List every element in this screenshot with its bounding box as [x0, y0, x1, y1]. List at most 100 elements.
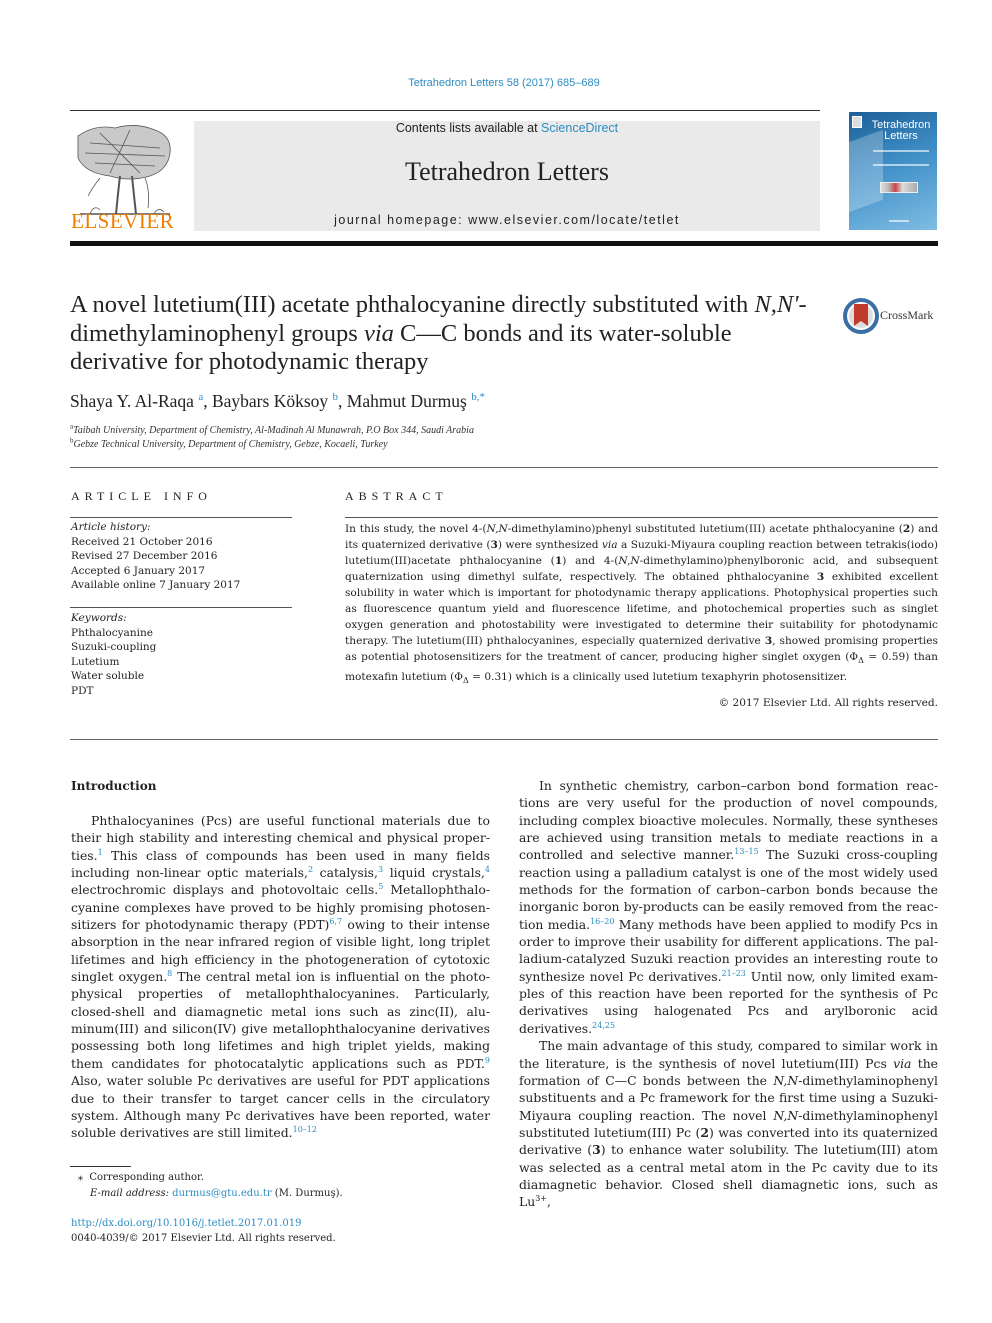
author-list: Shaya Y. Al-Raqa a, Baybars Köksoy b, Ma… [70, 391, 485, 412]
abstract-span: ) were synthesized [497, 539, 602, 551]
email-label: E-mail address: [90, 1188, 173, 1199]
journal-homepage-link[interactable]: journal homepage: www.elsevier.com/locat… [194, 213, 820, 227]
keyword-item: PDT [71, 684, 94, 697]
issn-copyright: 0040-4039/© 2017 Elsevier Ltd. All right… [71, 1233, 336, 1244]
text-span: liquid crystals, [383, 865, 485, 881]
citation-ref-link[interactable]: 21–23 [722, 969, 746, 978]
header-thick-divider [70, 241, 938, 246]
article-history: Article history: Received 21 October 201… [71, 520, 240, 593]
history-online: Available online 7 January 2017 [71, 579, 241, 591]
compound-ref: 3 [490, 539, 498, 551]
keyword-item: Lutetium [71, 655, 120, 668]
superscript: 3+ [535, 1194, 548, 1204]
contents-prefix: Contents lists available at [395, 121, 542, 135]
cover-text-line [889, 220, 909, 222]
italic-span: via [893, 1055, 912, 1071]
abstract-italic: N,N [618, 555, 640, 567]
crossmark-link[interactable]: CrossMark [880, 308, 933, 323]
text-span: The central metal ion is influential on … [71, 969, 490, 1071]
journal-citation-link[interactable]: Tetrahedron Letters 58 (2017) 685–689 [0, 77, 992, 89]
affiliation-text: Gebze Technical University, Department o… [73, 439, 388, 450]
keyword-item: Water soluble [71, 670, 145, 682]
history-accepted: Accepted 6 January 2017 [71, 564, 206, 577]
author-name[interactable]: Mahmut Durmuş [347, 391, 467, 411]
text-span: catalysis, [313, 865, 378, 881]
history-received: Received 21 October 2016 [71, 535, 213, 548]
abstract-span: ) and 4-( [562, 555, 619, 567]
cover-title: Tetrahedron Letters [868, 120, 934, 142]
abstract-span: -dimethylamino)phenyl substituted luteti… [507, 523, 903, 535]
article-info-divider [70, 517, 292, 518]
introduction-heading: Introduction [71, 779, 157, 793]
abstract-heading: ABSTRACT [345, 489, 448, 503]
history-label: Article history: [71, 521, 151, 533]
abstract-italic: via [601, 539, 618, 551]
body-divider [70, 739, 938, 740]
citation-ref-link[interactable]: 13–15 [734, 847, 758, 856]
citation-ref-link[interactable]: 16–20 [590, 917, 614, 926]
paragraph: In synthetic chemistry, carbon–carbon bo… [519, 777, 938, 1037]
citation-ref-link[interactable]: 9 [485, 1056, 490, 1065]
keyword-item: Phthalocyanine [71, 626, 153, 639]
affiliation-b: bGebze Technical University, Department … [70, 437, 474, 452]
paragraph: The main advantage of this study, compar… [519, 1037, 938, 1210]
body-column-left: Phthalocyanines (Pcs) are useful functio… [71, 812, 490, 1142]
affiliations: aTaibah University, Department of Chemis… [70, 423, 474, 452]
author-name[interactable]: Baybars Köksoy [212, 391, 328, 411]
history-revised: Revised 27 December 2016 [71, 550, 218, 562]
contents-line: Contents lists available at ScienceDirec… [194, 121, 820, 135]
text-span: The main advantage of this study, compar… [519, 1038, 938, 1071]
title-text: A novel lutetium(III) acetate phthalocya… [70, 291, 755, 318]
abstract-divider [345, 517, 938, 518]
email-line: E-mail address: durmus@gtu.edu.tr (M. Du… [78, 1186, 343, 1202]
qr-code-icon [852, 116, 862, 128]
keywords-divider [70, 607, 292, 608]
email-suffix: (M. Durmuş). [271, 1188, 343, 1199]
author-separator: , [338, 391, 347, 411]
article-info-heading: ARTICLE INFO [71, 489, 212, 503]
crossmark-icon[interactable] [843, 298, 879, 334]
affiliation-a: aTaibah University, Department of Chemis… [70, 423, 474, 438]
italic-span: N,N [773, 1107, 799, 1123]
journal-cover-image[interactable]: Tetrahedron Letters [849, 112, 937, 230]
sciencedirect-link[interactable]: ScienceDirect [541, 121, 618, 135]
compound-ref: 2 [700, 1124, 709, 1140]
keywords: Keywords: Phthalocyanine Suzuki-coupling… [71, 611, 156, 698]
journal-title: Tetrahedron Letters [405, 157, 609, 186]
asterisk-icon: ⁎ [78, 1172, 83, 1183]
cover-title-line2: Letters [884, 130, 918, 142]
abstract-span: In this study, the novel 4-( [345, 523, 487, 535]
email-link[interactable]: durmus@gtu.edu.tr [172, 1188, 271, 1199]
citation-ref-link[interactable]: 24,25 [592, 1021, 615, 1030]
author-affiliation-ref[interactable]: b,* [471, 391, 485, 403]
abstract-italic: N,N [486, 523, 508, 535]
author-separator: , [203, 391, 212, 411]
doi-link[interactable]: http://dx.doi.org/10.1016/j.tetlet.2017.… [71, 1218, 301, 1229]
text-span: electrochromic displays and photovoltaic… [71, 882, 379, 898]
citation-ref-link[interactable]: 4 [485, 865, 490, 874]
footnote-divider [70, 1166, 131, 1167]
cover-text-line [873, 150, 929, 152]
abstract-text: In this study, the novel 4-(N,N-dimethyl… [345, 521, 938, 689]
compound-ref: 3 [592, 1142, 601, 1158]
keyword-item: Suzuki-coupling [71, 641, 157, 653]
cover-photo [880, 182, 918, 193]
abstract-span: = 0.31) which is a clinically used lutet… [468, 671, 848, 684]
affiliation-text: Taibah University, Department of Chemist… [73, 425, 474, 436]
footnote: ⁎ Corresponding author. E-mail address: … [78, 1170, 343, 1202]
doi-block: http://dx.doi.org/10.1016/j.tetlet.2017.… [71, 1216, 336, 1246]
text-span: , [547, 1194, 551, 1210]
citation-ref-link[interactable]: 10–12 [293, 1125, 317, 1134]
body-column-right: In synthetic chemistry, carbon–carbon bo… [519, 777, 938, 1211]
cover-graphic [849, 129, 883, 215]
keywords-label: Keywords: [71, 612, 127, 624]
text-span: Also, water soluble Pc derivatives are u… [71, 1073, 490, 1141]
cover-text-line [873, 164, 929, 166]
corresponding-label: Corresponding author. [89, 1172, 204, 1183]
section-divider [70, 467, 938, 468]
citation-ref-link[interactable]: 6,7 [329, 917, 342, 926]
paragraph: Phthalocyanines (Pcs) are useful functio… [71, 812, 490, 1142]
author-name[interactable]: Shaya Y. Al-Raqa [70, 391, 194, 411]
corresponding-author-note: ⁎ Corresponding author. [78, 1170, 343, 1186]
italic-span: N,N [773, 1072, 799, 1088]
